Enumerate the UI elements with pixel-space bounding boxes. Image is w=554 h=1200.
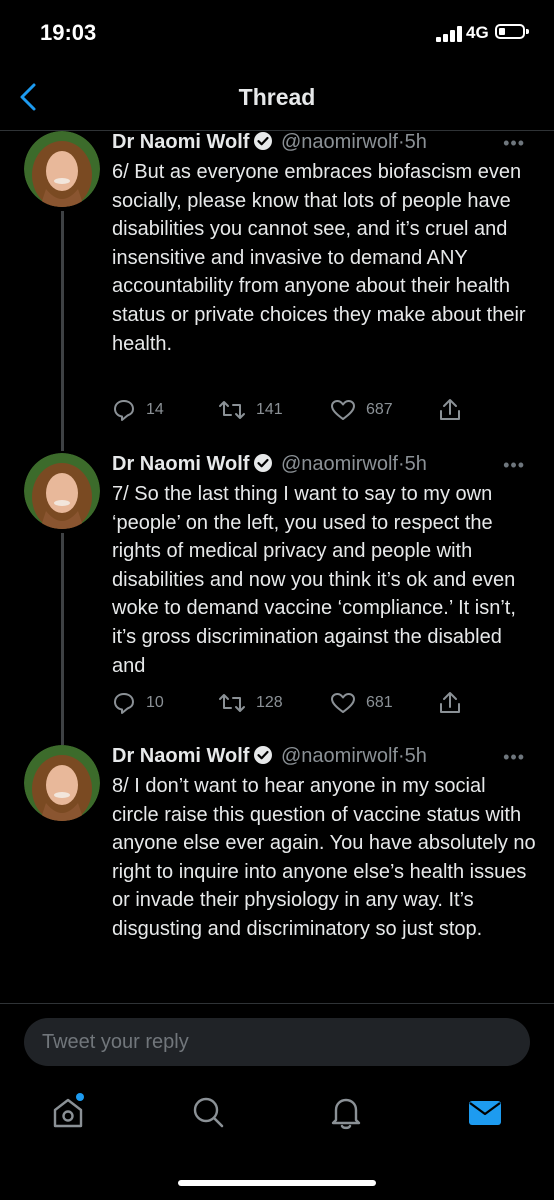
tweet[interactable]: Dr Naomi Wolf @naomirwolf·5h ••• 7/ So t…: [0, 453, 554, 745]
reply-input[interactable]: Tweet your reply: [24, 1018, 530, 1066]
share-button[interactable]: [438, 397, 472, 423]
reply-bar: Tweet your reply: [0, 1003, 554, 1082]
tweet-header: Dr Naomi Wolf @naomirwolf·5h •••: [112, 745, 537, 775]
tweet-text: 6/ But as everyone embraces biofascism e…: [112, 161, 526, 355]
tweet-text: 7/ So the last thing I want to say to my…: [112, 483, 516, 677]
status-time: 19:03: [40, 20, 97, 45]
tab-search[interactable]: [188, 1092, 228, 1132]
retweet-icon: [219, 694, 245, 712]
like-button[interactable]: 687: [330, 397, 393, 423]
author-handle[interactable]: @naomirwolf: [281, 453, 398, 475]
author-name[interactable]: Dr Naomi Wolf: [112, 453, 249, 475]
reply-count: 10: [146, 694, 164, 711]
author-handle[interactable]: @naomirwolf: [281, 745, 398, 767]
share-icon: [440, 692, 460, 713]
verified-badge-icon: [253, 453, 273, 479]
verified-badge-icon: [253, 131, 273, 157]
like-button[interactable]: 681: [330, 690, 393, 716]
signal-icon: [436, 26, 464, 42]
retweet-button[interactable]: 128: [218, 690, 283, 716]
share-icon: [440, 399, 460, 420]
reply-count: 14: [146, 401, 164, 418]
separator-dot: ·: [398, 131, 405, 153]
retweet-button[interactable]: 141: [218, 397, 283, 423]
reply-button[interactable]: 10: [112, 690, 164, 716]
tweet-header: Dr Naomi Wolf @naomirwolf·5h •••: [112, 453, 537, 483]
tweet-text: 8/ I don’t want to hear anyone in my soc…: [112, 775, 536, 940]
network-label: 4G: [466, 23, 489, 42]
tweet[interactable]: Dr Naomi Wolf @naomirwolf·5h ••• 6/ But …: [0, 131, 554, 451]
heart-icon: [331, 693, 355, 713]
tweet-time[interactable]: 5h: [405, 453, 427, 475]
author-name[interactable]: Dr Naomi Wolf: [112, 131, 249, 153]
more-options-icon[interactable]: •••: [503, 455, 525, 476]
avatar[interactable]: [24, 453, 100, 529]
tweet-actions: 10 128 681: [112, 690, 472, 716]
home-indicator[interactable]: [178, 1180, 376, 1186]
more-options-icon[interactable]: •••: [503, 133, 525, 154]
author-handle[interactable]: @naomirwolf: [281, 131, 398, 153]
verified-badge-icon: [253, 745, 273, 771]
tweet-time[interactable]: 5h: [405, 745, 427, 767]
like-count: 687: [366, 401, 393, 418]
page-title: Thread: [238, 84, 316, 110]
tab-notifications[interactable]: [326, 1092, 366, 1132]
more-options-icon[interactable]: •••: [503, 747, 525, 768]
thread-timeline[interactable]: Dr Naomi Wolf @naomirwolf·5h ••• 6/ But …: [0, 131, 554, 1003]
reply-button[interactable]: 14: [112, 397, 164, 423]
heart-icon: [331, 400, 355, 420]
like-count: 681: [366, 694, 393, 711]
messages-icon: [469, 1101, 501, 1125]
reply-icon: [114, 400, 134, 421]
battery-icon: [495, 24, 529, 39]
avatar[interactable]: [24, 745, 100, 821]
tab-messages[interactable]: [465, 1092, 505, 1132]
avatar[interactable]: [24, 131, 100, 207]
reply-icon: [114, 693, 134, 714]
retweet-count: 128: [256, 694, 283, 711]
status-bar: 19:03 4G: [0, 0, 554, 64]
header: Thread: [0, 64, 554, 131]
notifications-icon: [331, 1098, 361, 1130]
tweet-time[interactable]: 5h: [405, 131, 427, 153]
thread-connector-line: [61, 533, 64, 745]
author-name[interactable]: Dr Naomi Wolf: [112, 745, 249, 767]
thread-connector-line: [61, 211, 64, 451]
tweet[interactable]: Dr Naomi Wolf @naomirwolf·5h ••• 8/ I do…: [0, 745, 554, 1003]
share-button[interactable]: [438, 690, 472, 716]
search-icon: [193, 1097, 224, 1128]
tab-home[interactable]: [48, 1092, 88, 1132]
tweet-header: Dr Naomi Wolf @naomirwolf·5h •••: [112, 131, 537, 161]
home-icon: [53, 1093, 84, 1128]
retweet-count: 141: [256, 401, 283, 418]
separator-dot: ·: [398, 745, 405, 767]
retweet-icon: [219, 401, 245, 419]
separator-dot: ·: [398, 453, 405, 475]
tweet-actions: 14 141 687: [112, 397, 472, 423]
